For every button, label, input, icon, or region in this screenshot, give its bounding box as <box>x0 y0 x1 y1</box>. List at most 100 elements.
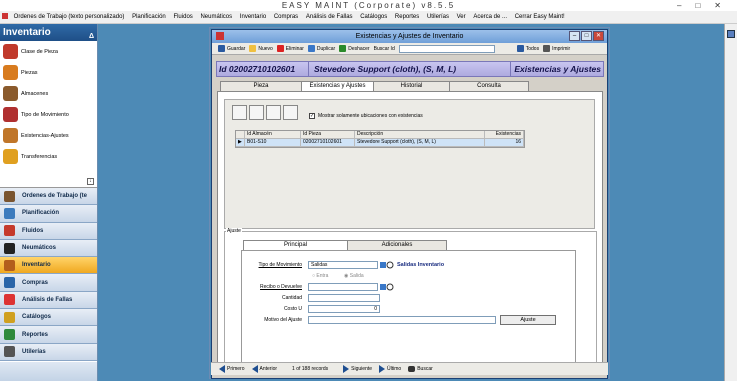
toolbar-button-4[interactable]: Deshacer <box>339 45 370 52</box>
menu-cerrar[interactable]: Cerrar Easy Maint! <box>512 11 568 24</box>
column-header[interactable]: Id Pieza <box>301 131 355 139</box>
menu-ordenes[interactable]: Ordenes de Trabajo (texto personalizado) <box>11 11 128 24</box>
add-location-icon[interactable] <box>283 105 298 120</box>
sidebar-title-text: Inventario <box>3 27 51 38</box>
lookup-icon[interactable] <box>380 283 394 291</box>
table-cell: 02002710102601 <box>301 139 355 147</box>
sidebar-item-1[interactable]: Piezas <box>0 62 97 83</box>
nav-7[interactable]: Catálogos <box>0 309 97 327</box>
column-header[interactable]: Descripción <box>355 131 485 139</box>
lookup-icon[interactable] <box>380 261 394 269</box>
window-maximize-button[interactable]: □ <box>581 31 592 41</box>
toolbar-button-5[interactable]: Buscar Id <box>374 46 395 52</box>
sidebar-item-3[interactable]: Tipo de Movimiento <box>0 104 97 125</box>
nav-0[interactable]: Ordenes de Trabajo (te <box>0 188 97 206</box>
recibo-field[interactable] <box>308 283 378 291</box>
record-section: Existencias y Ajustes <box>514 64 601 74</box>
window-icon[interactable] <box>727 30 735 38</box>
filter-icon[interactable] <box>232 105 247 120</box>
first-button[interactable]: Primero <box>219 365 245 373</box>
nav-4[interactable]: Inventario <box>0 257 97 275</box>
toolbar-right-button-0[interactable]: Todos <box>516 45 540 52</box>
menu-fluidos[interactable]: Fluidos <box>170 11 195 24</box>
fluid-icon <box>4 225 15 237</box>
column-header[interactable] <box>236 131 245 139</box>
nav-6[interactable]: Análisis de Fallas <box>0 291 97 310</box>
binoculars-icon <box>408 366 416 372</box>
menu-ver[interactable]: Ver <box>454 11 469 24</box>
tab-principal[interactable]: Principal <box>243 240 348 250</box>
nav-3[interactable]: Neumáticos <box>0 239 97 258</box>
last-button[interactable]: Último <box>379 365 401 373</box>
toolbar-right-button-1[interactable]: Imprimir <box>543 45 570 52</box>
costo-field[interactable]: 0 <box>308 305 380 313</box>
nav-9[interactable]: Utilerías <box>0 343 97 361</box>
toolbar-label: Todos <box>525 45 540 52</box>
grid-header: Id Almacén Id Pieza Descripción Existencias <box>236 131 524 139</box>
checkbox[interactable]: ✓ <box>309 113 315 119</box>
radio-salida[interactable]: ◉ Salida <box>344 273 364 279</box>
close-button[interactable]: ✕ <box>714 1 735 10</box>
menu-planificacion[interactable]: Planificación <box>129 11 169 24</box>
window-close-button[interactable]: ✕ <box>593 31 604 41</box>
sidebar-item-label: Piezas <box>21 69 38 76</box>
tipo-description: Salidas Inventario <box>397 262 445 268</box>
header-divider <box>510 62 511 76</box>
menu-inventario[interactable]: Inventario <box>237 11 269 24</box>
motivo-field[interactable] <box>308 316 496 324</box>
ajuste-button[interactable]: Ajuste <box>500 315 556 325</box>
shield-icon[interactable] <box>266 105 281 120</box>
sidebar-item-2[interactable]: Almacenes <box>0 83 97 104</box>
only-stock-checkbox[interactable]: ✓ Mostrar solamente ubicaciones con exis… <box>309 113 423 119</box>
tipo-field[interactable]: Salidas <box>308 261 378 269</box>
tab-3[interactable]: Consulta <box>449 81 529 91</box>
cart-icon <box>4 277 15 289</box>
search-id-input[interactable] <box>398 44 495 53</box>
nav-2[interactable]: Fluidos <box>0 222 97 240</box>
tab-adicionales[interactable]: Adicionales <box>347 240 447 250</box>
menu-utilerias[interactable]: Utilerías <box>424 11 452 24</box>
toolbar-button-0[interactable]: Guardar <box>218 45 245 52</box>
tab-2[interactable]: Historial <box>373 81 450 91</box>
sidebar-item-4[interactable]: Existencias-Ajustes <box>0 125 97 146</box>
record-count: 1 of 188 records <box>292 366 329 372</box>
next-button[interactable]: Siguiente <box>343 365 372 373</box>
nav-8[interactable]: Reportes <box>0 326 97 344</box>
cantidad-field[interactable] <box>308 294 380 302</box>
nav-label: Ordenes de Trabajo (te <box>22 193 88 200</box>
column-header[interactable]: Id Almacén <box>245 131 301 139</box>
window-buttons: – □ ✕ <box>569 31 604 41</box>
last-label: Último <box>387 366 402 372</box>
sidebar-item-0[interactable]: Clase de Pieza <box>0 41 97 62</box>
minimize-button[interactable]: – <box>677 1 695 10</box>
search-button[interactable]: Buscar <box>408 366 433 372</box>
menu-neumaticos[interactable]: Neumáticos <box>197 11 235 24</box>
next-icon <box>343 365 350 373</box>
app-title: EASY MAINT (Corporate) v8.5.5 <box>281 1 456 10</box>
table-row[interactable]: ▶ B01-S10 02002710102601 Stevedore Support … <box>236 139 524 147</box>
column-header[interactable]: Existencias <box>485 131 524 139</box>
scroll-down-icon[interactable]: ↓ <box>87 178 94 185</box>
toolbar-button-1[interactable]: Nuevo <box>249 45 273 52</box>
maximize-button[interactable]: □ <box>695 1 714 10</box>
nav-1[interactable]: Planificación <box>0 205 97 223</box>
window-app-icon <box>216 32 224 40</box>
window-minimize-button[interactable]: – <box>569 31 580 41</box>
menu-reportes[interactable]: Reportes <box>392 11 422 24</box>
checkbox-label: Mostrar solamente ubicaciones con existe… <box>318 113 423 119</box>
motivo-label: Motivo del Ajuste <box>264 317 302 323</box>
nav-5[interactable]: Compras <box>0 274 97 292</box>
prev-button[interactable]: Anterior <box>251 365 278 373</box>
toolbar-button-2[interactable]: Eliminar <box>276 45 304 52</box>
menu-acerca[interactable]: Acerca de ... <box>470 11 510 24</box>
sidebar-item-5[interactable]: Transferencias <box>0 146 97 167</box>
menu-compras[interactable]: Compras <box>271 11 301 24</box>
toolbar-button-3[interactable]: Duplicar <box>307 45 335 52</box>
tab-0[interactable]: Pieza <box>220 81 302 91</box>
menu-analisis[interactable]: Análisis de Fallas <box>303 11 356 24</box>
radio-entra[interactable]: ○ Entra <box>312 273 328 279</box>
cancel-filter-icon[interactable] <box>249 105 264 120</box>
prev-label: Anterior <box>259 366 278 372</box>
menu-catalogos[interactable]: Catálogos <box>357 11 390 24</box>
new-icon <box>249 45 257 52</box>
